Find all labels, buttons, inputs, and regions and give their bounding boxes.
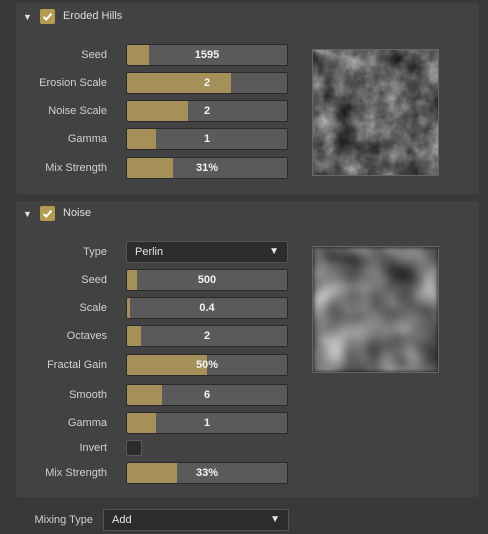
gamma-slider[interactable]: 1 xyxy=(126,128,288,150)
invert-label: Invert xyxy=(79,442,107,454)
invert-checkbox[interactable] xyxy=(126,440,142,456)
gamma-label: Gamma xyxy=(67,417,107,429)
checkmark-icon xyxy=(42,209,53,218)
mix-strength-slider[interactable]: 33% xyxy=(126,462,288,484)
octaves-label: Octaves xyxy=(66,330,107,342)
slider-value: 6 xyxy=(203,389,211,401)
mix-strength-label: Mix Strength xyxy=(45,467,107,479)
noise-preview xyxy=(312,246,439,373)
fractal-gain-label: Fractal Gain xyxy=(47,359,107,371)
seed-slider[interactable]: 1595 xyxy=(126,44,288,66)
seed-label: Seed xyxy=(81,274,107,286)
chevron-down-icon[interactable]: ▼ xyxy=(23,209,33,219)
slider-value: 50% xyxy=(195,359,219,371)
gamma-label: Gamma xyxy=(67,133,107,145)
fractal-gain-slider[interactable]: 50% xyxy=(126,354,288,376)
panel-title: Eroded Hills xyxy=(63,10,123,22)
noise-type-dropdown[interactable]: Perlin ▼ xyxy=(126,241,288,263)
dropdown-arrow-icon: ▼ xyxy=(270,514,280,525)
dropdown-arrow-icon: ▼ xyxy=(269,246,279,257)
slider-value: 500 xyxy=(197,274,217,286)
seed-slider[interactable]: 500 xyxy=(126,269,288,291)
smooth-slider[interactable]: 6 xyxy=(126,384,288,406)
mix-strength-label: Mix Strength xyxy=(45,162,107,174)
slider-value: 31% xyxy=(195,162,219,174)
slider-value: 1595 xyxy=(194,49,220,61)
smooth-label: Smooth xyxy=(69,389,107,401)
eroded-hills-panel: ▼ Eroded Hills Seed 1595 Erosion Scale 2… xyxy=(16,3,479,194)
gamma-slider[interactable]: 1 xyxy=(126,412,288,434)
erosion-scale-label: Erosion Scale xyxy=(39,77,107,89)
erosion-scale-slider[interactable]: 2 xyxy=(126,72,288,94)
eroded-hills-preview xyxy=(312,49,439,176)
slider-value: 33% xyxy=(195,467,219,479)
slider-value: 2 xyxy=(203,330,211,342)
slider-value: 2 xyxy=(203,77,211,89)
panel-title: Noise xyxy=(63,207,92,219)
mixing-type-dropdown[interactable]: Add ▼ xyxy=(103,509,289,531)
slider-value: 2 xyxy=(203,105,211,117)
scale-label: Scale xyxy=(79,302,107,314)
noise-scale-slider[interactable]: 2 xyxy=(126,100,288,122)
noise-enable-checkbox[interactable] xyxy=(40,206,55,221)
slider-value: 1 xyxy=(203,417,211,429)
slider-value: 0.4 xyxy=(199,302,215,314)
chevron-down-icon[interactable]: ▼ xyxy=(23,12,33,22)
scale-slider[interactable]: 0.4 xyxy=(126,297,288,319)
noise-scale-label: Noise Scale xyxy=(48,105,107,117)
slider-value: 1 xyxy=(203,133,211,145)
mix-strength-slider[interactable]: 31% xyxy=(126,157,288,179)
dropdown-value: Perlin xyxy=(135,246,164,258)
checkmark-icon xyxy=(42,12,53,21)
octaves-slider[interactable]: 2 xyxy=(126,325,288,347)
eroded-hills-enable-checkbox[interactable] xyxy=(40,9,55,24)
seed-label: Seed xyxy=(81,49,107,61)
noise-panel: ▼ Noise Type Perlin ▼ Seed 500 Scale 0.4… xyxy=(16,201,479,497)
dropdown-value: Add xyxy=(112,514,132,526)
type-label: Type xyxy=(83,246,107,258)
mixing-type-label: Mixing Type xyxy=(34,514,94,526)
